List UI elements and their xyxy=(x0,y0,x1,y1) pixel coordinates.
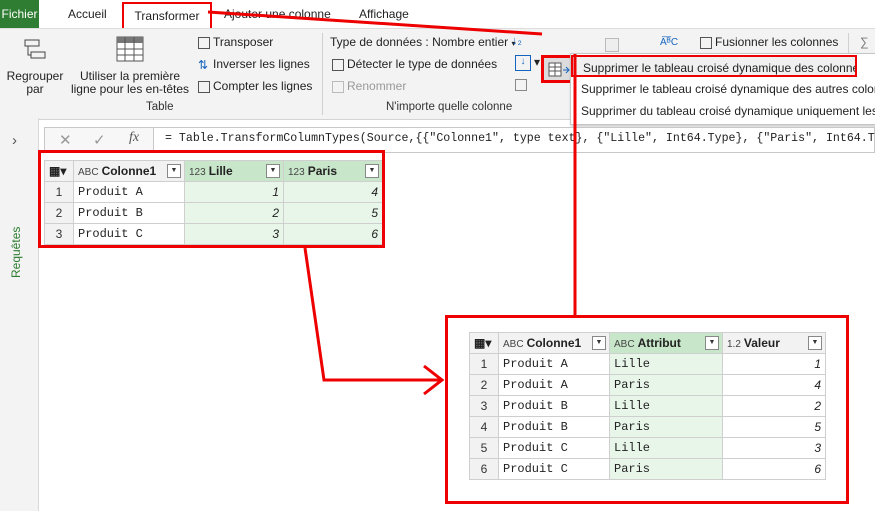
annotation-arrows xyxy=(207,10,577,396)
